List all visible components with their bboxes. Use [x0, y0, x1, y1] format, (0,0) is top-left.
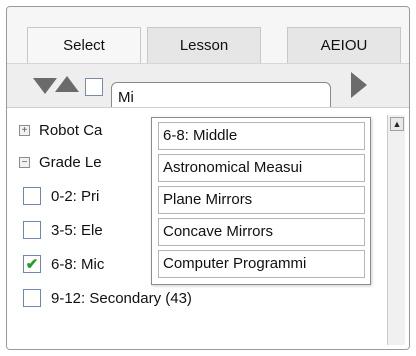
scroll-up-icon[interactable]: ▲ [390, 117, 404, 131]
tree-row-label: Grade Le [39, 153, 102, 171]
dropdown-option[interactable]: Plane Mirrors [158, 186, 365, 214]
tree-row[interactable]: + Robot Ca [19, 114, 102, 146]
toolbar [7, 63, 409, 112]
tree-row[interactable]: − Grade Le [19, 146, 102, 178]
select-all-checkbox[interactable] [85, 78, 103, 96]
checkbox[interactable] [23, 187, 41, 205]
collapse-icon[interactable]: − [19, 156, 30, 168]
vertical-scrollbar[interactable]: ▲ [387, 115, 405, 345]
tab-lesson[interactable]: Lesson [147, 27, 261, 63]
dropdown-option[interactable]: Concave Mirrors [158, 218, 365, 246]
expand-all-icon[interactable] [55, 76, 79, 92]
checkbox-checked[interactable]: ✔ [23, 255, 41, 273]
tree-row-label: 3-5: Ele [51, 221, 103, 239]
tree-row-label: 6-8: Mic [51, 255, 105, 273]
go-arrow-icon[interactable] [351, 72, 367, 98]
dropdown-option[interactable]: Astronomical Measui [158, 154, 365, 182]
tab-select[interactable]: Select [27, 27, 141, 63]
tree-row[interactable]: 9-12: Secondary (43) [23, 282, 192, 314]
collapse-all-icon[interactable] [33, 78, 57, 94]
dropdown-option[interactable]: Computer Programmi [158, 250, 365, 278]
panel-frame: Select Lesson AEIOU + Robot Ca − Grade L… [6, 6, 410, 350]
tab-bar: Select Lesson AEIOU [7, 7, 409, 63]
tree-row[interactable]: 0-2: Pri [23, 180, 99, 212]
tree-row-label: 0-2: Pri [51, 187, 100, 205]
tree-row-label: 9-12: Secondary (43) [51, 289, 192, 307]
dropdown-option[interactable]: 6-8: Middle [158, 122, 365, 150]
tree-row[interactable]: 3-5: Ele [23, 214, 103, 246]
checkbox[interactable] [23, 289, 41, 307]
expand-icon[interactable]: + [19, 124, 30, 136]
tab-aeiou[interactable]: AEIOU [287, 27, 401, 63]
autocomplete-dropdown: 6-8: Middle Astronomical Measui Plane Mi… [151, 117, 371, 285]
checkbox[interactable] [23, 221, 41, 239]
tree-row-label: Robot Ca [39, 121, 103, 139]
tree-row[interactable]: ✔ 6-8: Mic [23, 248, 104, 280]
